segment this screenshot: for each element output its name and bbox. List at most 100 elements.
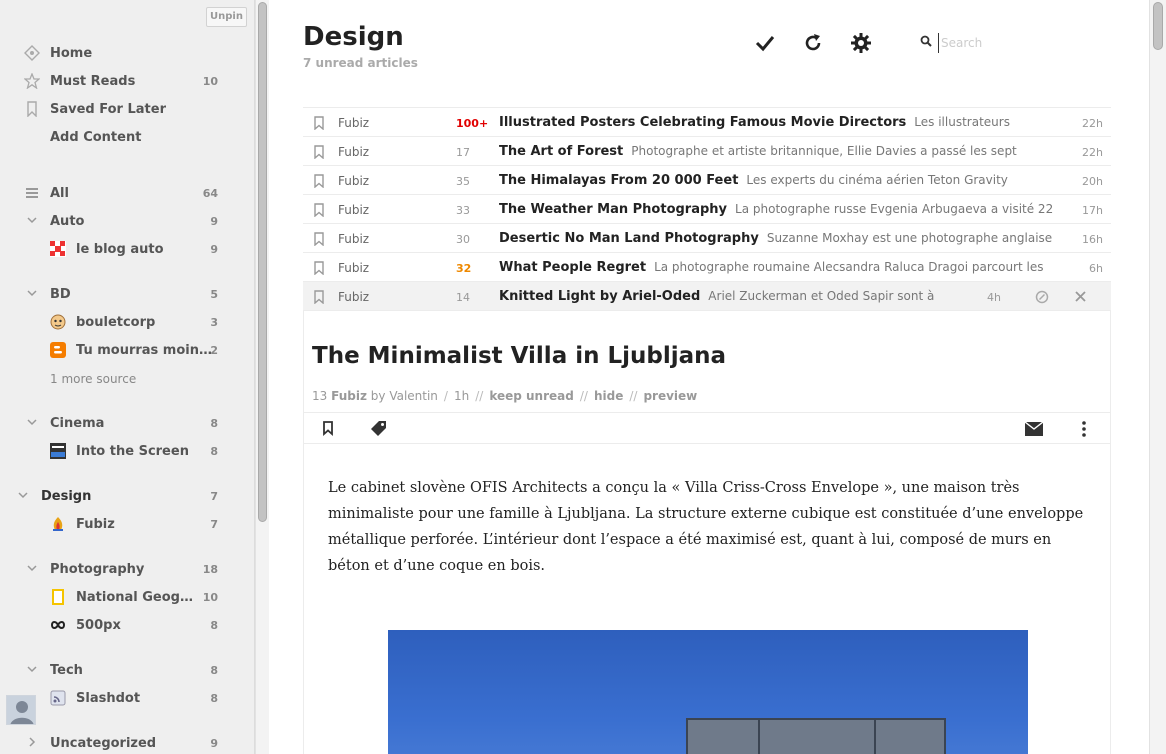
chevron-down-icon[interactable] <box>26 416 38 428</box>
article-title-link[interactable]: Knitted Light by Ariel-Oded Ariel Zuckerm… <box>499 289 939 304</box>
mark-all-read-button[interactable] <box>753 31 777 55</box>
keep-unread-link[interactable]: keep unread <box>489 389 574 403</box>
chevron-down-icon[interactable] <box>17 489 29 501</box>
sidebar-source-into-the-screen[interactable]: Into the Screen 8 <box>0 439 230 463</box>
unread-count-label: 7 unread articles <box>303 56 418 70</box>
sidebar-source-national-geographic[interactable]: National Geographic 10 <box>0 585 230 609</box>
sidebar-source-tu-mourras[interactable]: Tu mourras moins bête 2 <box>0 338 230 362</box>
article-title-link[interactable]: The Art of Forest Photographe et artiste … <box>499 144 1069 159</box>
article-row[interactable]: Fubiz 30 Desertic No Man Land Photograph… <box>303 224 1111 253</box>
separator: // <box>579 389 588 403</box>
building-illustration <box>686 718 946 754</box>
article-source: Fubiz <box>338 261 370 275</box>
email-icon[interactable] <box>1025 422 1043 436</box>
chevron-down-icon[interactable] <box>26 287 38 299</box>
hide-link[interactable]: hide <box>594 389 623 403</box>
article-entry: The Minimalist Villa in Ljubljana 13 Fub… <box>303 311 1111 754</box>
unpin-button[interactable]: Unpin <box>206 7 247 27</box>
avatar[interactable] <box>6 695 36 725</box>
home-icon <box>24 45 40 61</box>
sidebar-scrollbar-thumb[interactable] <box>258 2 267 522</box>
category-label: Cinema <box>50 416 105 431</box>
article-row[interactable]: Fubiz 33 The Weather Man Photography La p… <box>303 195 1111 224</box>
sidebar-item-add-content[interactable]: Add Content <box>0 125 230 149</box>
sidebar-category-photography[interactable]: Photography 18 <box>0 557 230 581</box>
search-input[interactable] <box>938 33 1088 53</box>
article-row[interactable]: Fubiz 35 The Himalayas From 20 000 Feet L… <box>303 166 1111 195</box>
sidebar-source-le-blog-auto[interactable]: le blog auto 9 <box>0 237 230 261</box>
sidebar-category-cinema[interactable]: Cinema 8 <box>0 411 230 435</box>
separator: // <box>475 389 484 403</box>
more-sources-label: 1 more source <box>50 372 137 386</box>
source-label: Into the Screen <box>76 444 189 459</box>
chevron-right-icon[interactable] <box>26 736 38 748</box>
refresh-button[interactable] <box>801 31 825 55</box>
article-title-link[interactable]: The Himalayas From 20 000 Feet Les expert… <box>499 173 1069 188</box>
unread-count: 8 <box>210 664 218 677</box>
sidebar-category-uncategorized[interactable]: Uncategorized 9 <box>0 731 230 754</box>
article-snippet: Ariel Zuckerman et Oded Sapir sont à <box>708 289 935 303</box>
article-age: 16h <box>1082 233 1103 246</box>
category-label: BD <box>50 287 71 302</box>
search-icon <box>920 35 932 47</box>
unread-count: 18 <box>202 563 218 576</box>
unread-count: 64 <box>202 187 218 200</box>
close-icon[interactable] <box>1074 290 1087 303</box>
sidebar-source-bouletcorp[interactable]: bouletcorp 3 <box>0 310 230 334</box>
tag-icon[interactable] <box>370 420 388 438</box>
chevron-down-icon[interactable] <box>26 562 38 574</box>
chevron-down-icon[interactable] <box>26 214 38 226</box>
article-row[interactable]: Fubiz 32 What People Regret La photograph… <box>303 253 1111 282</box>
article-title-link[interactable]: What People Regret La photographe roumain… <box>499 260 1069 275</box>
bookmark-icon[interactable] <box>313 174 325 188</box>
article-row-selected[interactable]: Fubiz 14 Knitted Light by Ariel-Oded Arie… <box>303 282 1111 311</box>
article-title-link[interactable]: The Weather Man Photography La photograph… <box>499 202 1069 217</box>
bookmark-icon[interactable] <box>313 290 325 304</box>
sidebar-category-auto[interactable]: Auto 9 <box>0 209 230 233</box>
entry-popularity: 13 <box>312 389 328 403</box>
bookmark-icon[interactable] <box>313 203 325 217</box>
sidebar-item-home[interactable]: Home <box>0 41 230 65</box>
sidebar-source-500px[interactable]: 500px 8 <box>0 613 230 637</box>
article-age: 22h <box>1082 146 1103 159</box>
source-label: Tu mourras moins bête <box>76 343 212 358</box>
mark-read-icon[interactable] <box>1035 290 1049 304</box>
popularity-count: 35 <box>456 175 470 188</box>
chevron-down-icon[interactable] <box>26 663 38 675</box>
main-scrollbar[interactable] <box>1149 0 1166 754</box>
sidebar-item-label: All <box>50 186 69 201</box>
more-options-icon[interactable] <box>1081 420 1087 438</box>
article-age: 22h <box>1082 117 1103 130</box>
preview-link[interactable]: preview <box>643 389 697 403</box>
sidebar-item-must-reads[interactable]: Must Reads 10 <box>0 69 230 93</box>
bookmark-icon[interactable] <box>313 261 325 275</box>
article-source: Fubiz <box>338 290 370 304</box>
sidebar-scrollbar[interactable] <box>255 0 269 754</box>
sidebar-category-design[interactable]: Design 7 <box>0 484 230 508</box>
bookmark-icon[interactable] <box>313 145 325 159</box>
sidebar-category-bd[interactable]: BD 5 <box>0 282 230 306</box>
article-title-link[interactable]: Desertic No Man Land Photography Suzanne … <box>499 231 1069 246</box>
unread-count: 7 <box>210 490 218 503</box>
entry-source-link[interactable]: Fubiz <box>331 389 367 403</box>
page-title: Design <box>303 22 404 52</box>
entry-title[interactable]: The Minimalist Villa in Ljubljana <box>312 343 726 369</box>
sidebar-item-all[interactable]: All 64 <box>0 181 230 205</box>
more-sources-link[interactable]: 1 more source <box>0 366 230 390</box>
source-label: National Geographic <box>76 590 198 605</box>
bookmark-icon[interactable] <box>313 116 325 130</box>
sidebar-item-saved-for-later[interactable]: Saved For Later <box>0 97 230 121</box>
save-bookmark-icon[interactable] <box>322 420 334 436</box>
popularity-count: 17 <box>456 146 470 159</box>
settings-gear-button[interactable] <box>849 31 873 55</box>
category-label: Photography <box>50 562 145 577</box>
article-row[interactable]: Fubiz 17 The Art of Forest Photographe et… <box>303 137 1111 166</box>
bookmark-icon[interactable] <box>313 232 325 246</box>
sidebar-category-tech[interactable]: Tech 8 <box>0 658 230 682</box>
main-scrollbar-thumb[interactable] <box>1153 2 1163 50</box>
sidebar-source-fubiz[interactable]: Fubiz 7 <box>0 512 230 536</box>
article-row[interactable]: Fubiz 100+ Illustrated Posters Celebrati… <box>303 108 1111 137</box>
article-title-link[interactable]: Illustrated Posters Celebrating Famous M… <box>499 115 1069 130</box>
unread-count: 8 <box>210 417 218 430</box>
category-label: Tech <box>50 663 83 678</box>
